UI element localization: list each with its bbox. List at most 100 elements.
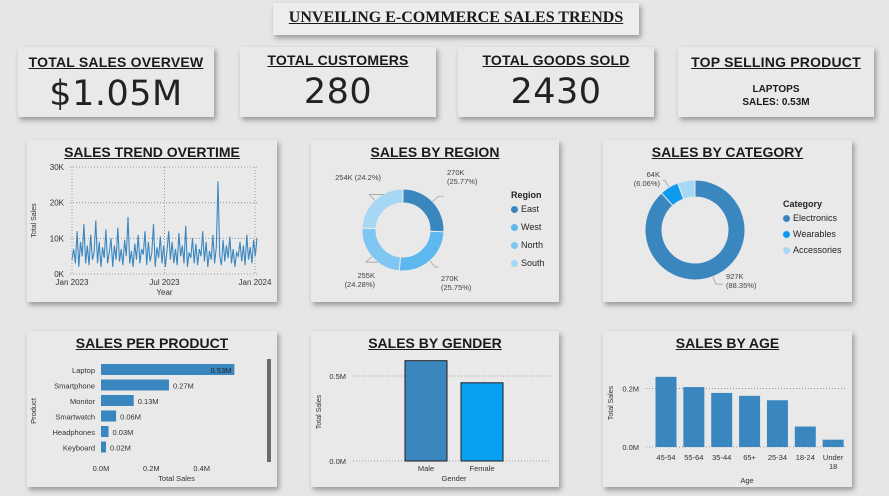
age-bar <box>739 395 761 447</box>
product-bar <box>101 379 169 391</box>
kpi-top-product-name: LAPTOPS <box>752 84 800 95</box>
sales-by-gender-chart[interactable]: 0.0M 0.5M Male FemaleGender Total Sales <box>311 331 559 487</box>
region-slice <box>361 227 402 272</box>
region-slice <box>402 188 445 233</box>
region-data-label: 270K <box>447 168 465 177</box>
category-data-label: (88.35%) <box>726 281 757 290</box>
product-category-label: Smartphone <box>54 382 95 391</box>
region-data-label: 270K <box>441 274 459 283</box>
category-data-label: 64K <box>647 170 660 179</box>
kpi-total-goods-value: 2430 <box>510 72 602 112</box>
legend-item-west[interactable]: West <box>511 222 545 232</box>
legend-item-wearables[interactable]: Wearables <box>783 229 842 239</box>
product-data-label: 0.06M <box>120 413 141 422</box>
trend-x-tick: Jan 2023 <box>56 278 89 287</box>
gender-x-axis-label: Gender <box>441 474 467 483</box>
product-x-tick: 0.4M <box>193 464 210 473</box>
kpi-total-customers-card[interactable]: TOTAL CUSTOMERS 280 <box>240 47 436 117</box>
product-category-label: Headphones <box>52 428 95 437</box>
region-data-label-leader <box>429 260 438 268</box>
age-category-label: 65+ <box>743 453 756 462</box>
product-x-tick: 0.0M <box>93 464 110 473</box>
sales-per-product-chart[interactable]: Laptop 0.53M Smartphone 0.27M Monitor 0.13M Sm… <box>27 331 277 487</box>
legend-item-south[interactable]: South <box>511 258 545 268</box>
region-slice <box>361 188 404 230</box>
age-category-label: 45-54 <box>656 453 675 462</box>
kpi-total-goods-card[interactable]: TOTAL GOODS SOLD 2430 <box>458 47 654 117</box>
age-category-label: 18-24 <box>796 453 815 462</box>
kpi-total-customers-value: 280 <box>303 72 373 112</box>
product-bar <box>101 441 107 453</box>
legend-label-east: East <box>521 204 540 214</box>
region-data-label: 255K <box>357 271 375 280</box>
region-legend-title: Region <box>511 190 542 200</box>
legend-item-north[interactable]: North <box>511 240 545 250</box>
age-x-axis-label: Age <box>740 476 753 485</box>
gender-category-label: Male <box>418 464 434 473</box>
kpi-top-product-card[interactable]: TOP SELLING PRODUCT LAPTOPS SALES: 0.53M <box>678 47 874 117</box>
dashboard-title: UNVEILING E-COMMERCE SALES TRENDS <box>288 9 624 26</box>
trend-y-tick: 20K <box>50 199 65 208</box>
kpi-top-product-sales: SALES: 0.53M <box>742 97 810 108</box>
category-data-label-leader <box>663 180 670 188</box>
product-bar <box>101 426 109 437</box>
sales-per-product-card[interactable]: SALES PER PRODUCT Laptop 0.53M Smartphone 0… <box>27 331 277 487</box>
region-data-label: (25.77%) <box>447 177 478 186</box>
east-swatch <box>511 205 518 213</box>
age-category-label: 55-64 <box>684 453 703 462</box>
trend-y-axis-label: Total Sales <box>31 203 38 238</box>
age-bar <box>766 400 788 447</box>
legend-label-south: South <box>521 258 545 268</box>
age-bar <box>655 376 677 447</box>
product-data-label: 0.27M <box>173 382 194 391</box>
sales-by-category-card[interactable]: SALES BY CATEGORY 927K (88.35%) 64K (6.06%)… <box>603 140 852 302</box>
accessories-swatch <box>783 246 790 254</box>
age-y-axis-label: Total Sales <box>608 385 615 420</box>
trend-y-tick: 10K <box>50 234 65 243</box>
legend-label-accessories: Accessories <box>793 245 842 255</box>
category-data-label: (6.06%) <box>634 179 661 188</box>
age-category-label: Under <box>823 453 844 462</box>
gender-bar <box>460 382 504 462</box>
sales-trend-chart[interactable]: 0K10K20K30KJan 2023 Jul 2023 Jan 2024YearT… <box>27 140 277 302</box>
product-category-label: Monitor <box>70 397 96 406</box>
kpi-top-product-title: TOP SELLING PRODUCT <box>691 54 861 70</box>
product-x-tick: 0.2M <box>143 464 160 473</box>
product-category-label: Laptop <box>72 366 95 375</box>
sales-by-region-card[interactable]: SALES BY REGION 270K (25.77%) 270K (25.75%)… <box>311 140 559 302</box>
legend-label-wearables: Wearables <box>793 229 836 239</box>
legend-item-electronics[interactable]: Electronics <box>783 213 842 223</box>
product-data-label: 0.53M <box>211 366 232 375</box>
category-legend: Category Electronics Wearables Accessori… <box>783 199 842 260</box>
sales-trend-card[interactable]: SALES TREND OVERTIME 0K 10K 20K 30K Jan 2023… <box>27 140 277 302</box>
legend-item-east[interactable]: East <box>511 204 545 214</box>
category-legend-title: Category <box>783 199 823 209</box>
region-data-label: 254K (24.2%) <box>335 173 381 182</box>
kpi-total-goods-title: TOTAL GOODS SOLD <box>482 52 630 68</box>
legend-label-north: North <box>521 240 544 250</box>
kpi-total-customers-title: TOTAL CUSTOMERS <box>267 52 409 68</box>
product-data-label: 0.13M <box>138 397 159 406</box>
product-y-axis-label: Product <box>29 397 38 424</box>
kpi-total-sales-card[interactable]: TOTAL SALES OVERVEW $1.05M <box>18 47 214 117</box>
legend-label-west: West <box>521 222 542 232</box>
sales-by-age-card[interactable]: SALES BY AGE 0.0M 0.2M 45-54 55-64 35-44 65+ 2… <box>603 331 852 487</box>
trend-y-tick: 30K <box>50 163 65 172</box>
trend-x-axis-label: Year <box>156 288 173 297</box>
north-swatch <box>511 241 518 249</box>
wearables-swatch <box>783 230 790 238</box>
product-bar <box>101 410 117 422</box>
region-slice <box>398 230 445 272</box>
gender-category-label: Female <box>469 464 494 473</box>
region-legend: Region East West North South <box>511 190 545 273</box>
sales-by-age-chart[interactable]: 0.0M 0.2M 45-54 55-64 35-44 65+ 25-34 18-24 Unde… <box>603 331 852 487</box>
age-y-tick: 0.0M <box>622 443 639 452</box>
region-data-label-leader <box>432 195 444 202</box>
kpi-total-sales-title: TOTAL SALES OVERVEW <box>28 54 204 70</box>
sales-by-gender-card[interactable]: SALES BY GENDER 0.0M 0.5M Male Female Gender… <box>311 331 559 487</box>
age-category-label: 25-34 <box>768 453 787 462</box>
legend-item-accessories[interactable]: Accessories <box>783 245 842 255</box>
gender-bar <box>404 360 448 462</box>
product-x-axis-label: Total Sales <box>158 474 195 483</box>
region-data-label: (25.75%) <box>441 283 472 292</box>
